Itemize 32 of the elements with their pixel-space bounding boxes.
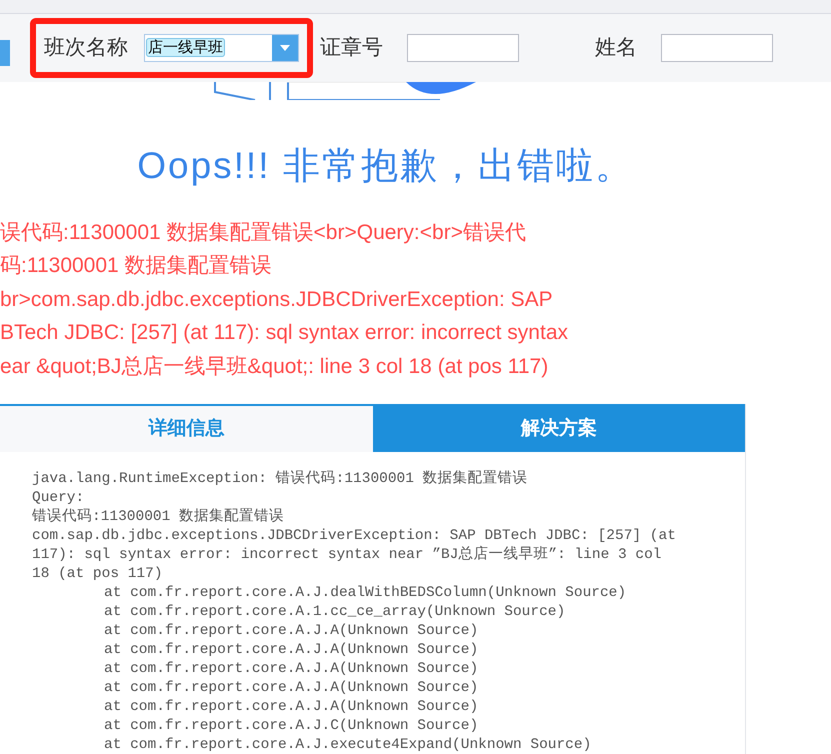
text-input[interactable] (661, 34, 773, 62)
stack-trace-line: at com.fr.report.core.A.J.A(Unknown Source) (104, 660, 478, 679)
stack-trace-line: at com.fr.report.core.A.J.A(Unknown Source) (104, 641, 478, 660)
field-label: 姓名 (595, 35, 637, 62)
error-message-line: 误代码:11300001 数据集配置错误<br>Query:<br>错误代 (0, 220, 526, 246)
dropdown-button[interactable] (272, 35, 298, 61)
error-message-line: 码:11300001 数据集配置错误 (0, 253, 272, 279)
stack-trace-line: at com.fr.report.core.A.J.A(Unknown Source) (104, 698, 478, 717)
stack-trace-line: at com.fr.report.core.A.J.execute4Expand(Unknown Source) (104, 736, 592, 754)
error-message-line: ear &quot;BJ总店一线早班&quot;: line 3 col 18 (at pos 117) (0, 354, 548, 380)
stack-trace-line: at com.fr.report.core.A.J.dealWithBEDSColumn(Unknown Source) (104, 584, 626, 603)
select-value: 店一线早班 (146, 38, 225, 57)
error-message-line: BTech JDBC: [257] (at 117): sql syntax error: incorrect syntax (0, 320, 568, 346)
exception-line: 18 (at pos 117) (32, 565, 163, 584)
stack-trace-line: at com.fr.report.core.A.J.A(Unknown Source) (104, 679, 478, 698)
field-label: 班次名称 (44, 35, 128, 62)
dropdown-arrow-icon (279, 44, 291, 52)
exception-line: com.sap.db.jdbc.exceptions.JDBCDriverException: SAP DBTech JDBC: [257] (at (32, 527, 676, 546)
error-title: Oops!!! 非常抱歉，出错啦。 (136, 144, 635, 188)
stack-trace-line: at com.fr.report.core.A.1.cc_ce_array(Unknown Source) (104, 603, 566, 622)
text-input[interactable] (407, 34, 519, 62)
shift-select[interactable]: 店一线早班 (144, 34, 299, 62)
stack-trace-line: at com.fr.report.core.A.J.C(Unknown Source) (104, 717, 478, 736)
panel-tab[interactable]: 解决方案 (372, 406, 745, 452)
exception-line: java.lang.RuntimeException: 错误代码:11300001 数据集配置错误 (32, 470, 528, 489)
stack-trace-line: at com.fr.report.core.A.J.A(Unknown Source) (104, 622, 478, 641)
error-message-line: br>com.sap.db.jdbc.exceptions.JDBCDriverException: SAP (0, 286, 553, 312)
exception-line: Query: (32, 489, 84, 508)
exception-line: 错误代码:11300001 数据集配置错误 (32, 508, 284, 527)
panel-tab[interactable]: 详细信息 (0, 406, 372, 452)
exception-line: 117): sql syntax error: incorrect syntax near ”BJ总店一线早班”: line 3 col (32, 546, 662, 565)
field-label: 证章号 (320, 35, 383, 62)
